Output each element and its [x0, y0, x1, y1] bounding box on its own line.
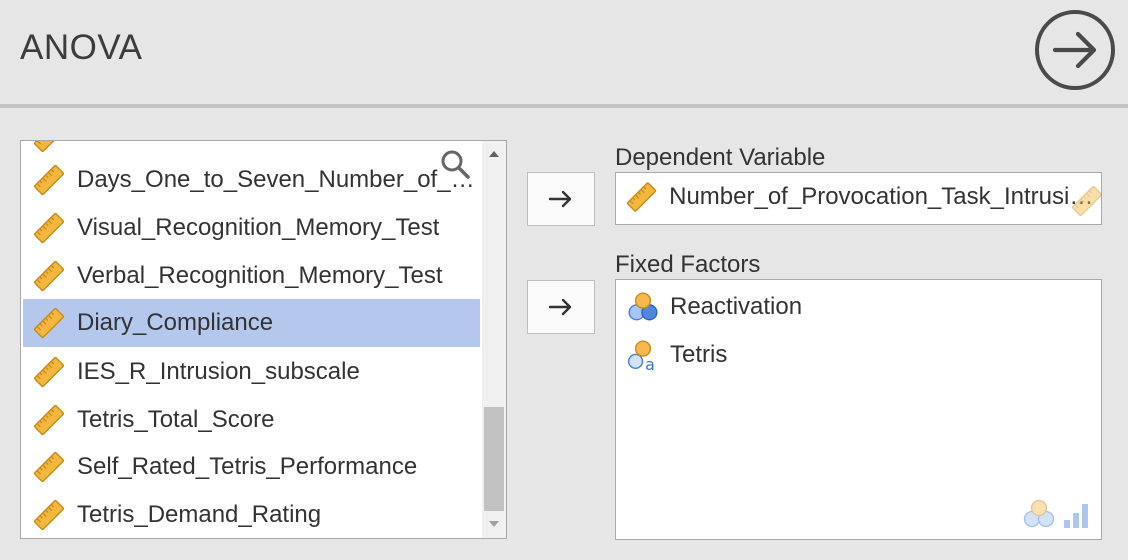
nominal-text-factor-icon	[626, 338, 660, 372]
scrollbar[interactable]	[482, 141, 506, 538]
list-item[interactable]: IES_R_Intrusion_subscale	[23, 348, 480, 396]
variable-label: Tetris_Demand_Rating	[77, 501, 322, 528]
page-title: ANOVA	[20, 28, 143, 67]
variable-label: Self_Rated_Tetris_Performance	[77, 453, 418, 480]
list-item[interactable]: Visual_Recognition_Memory_Test	[23, 204, 480, 252]
scroll-up-arrow-icon[interactable]	[482, 143, 506, 165]
variable-label: Diary_Compliance	[77, 309, 274, 336]
ruler-icon	[33, 164, 65, 196]
variable-label: Visual_Recognition_Memory_Test	[77, 214, 440, 241]
arrow-right-icon	[548, 190, 572, 208]
ruler-icon	[33, 499, 65, 531]
arrow-right-circle-icon	[1035, 10, 1115, 90]
header-divider	[0, 104, 1128, 108]
list-item[interactable]: Verbal_Recognition_Memory_Test	[23, 252, 480, 300]
ordinal-allowed-icon	[1064, 504, 1088, 528]
header-bar: ANOVA	[0, 0, 1128, 108]
fixed-factors-label: Fixed Factors	[615, 251, 761, 278]
scrollbar-thumb[interactable]	[484, 407, 504, 511]
nominal-allowed-icon	[1023, 499, 1055, 528]
run-analysis-button[interactable]	[1033, 8, 1117, 92]
variable-label: Days_One_to_Seven_Number_of_I...	[77, 166, 475, 193]
list-item[interactable]: Self_Rated_Tetris_Performance	[23, 443, 480, 491]
dependent-variable-item[interactable]: Number_of_Provocation_Task_Intrusions	[626, 181, 1096, 213]
list-item[interactable]: Tetris_Demand_Rating	[23, 491, 480, 539]
search-icon[interactable]	[439, 148, 471, 180]
list-item[interactable]: Tetris_Total_Score	[23, 396, 480, 444]
ruler-icon	[33, 212, 65, 244]
allowed-types-indicator	[1022, 498, 1092, 530]
fixed-factor-item[interactable]: Tetris	[626, 338, 727, 372]
ruler-icon	[626, 181, 657, 213]
move-to-dependent-button[interactable]	[527, 172, 595, 226]
fixed-factor-label: Tetris	[670, 341, 728, 368]
fixed-factor-item[interactable]: Reactivation	[626, 290, 802, 324]
ruler-icon	[33, 140, 65, 153]
arrow-right-icon	[548, 298, 572, 316]
fixed-factor-label: Reactivation	[670, 293, 803, 320]
dependent-variable-box[interactable]: Number_of_Provocation_Task_Intrusions	[615, 172, 1102, 225]
ruler-icon	[33, 356, 65, 388]
variable-label: Verbal_Recognition_Memory_Test	[77, 262, 443, 289]
variable-label: IES_R_Intrusion_subscale	[77, 358, 360, 385]
variable-list[interactable]: Days_One_to_Seven_Number_of_I... Visual_…	[20, 140, 507, 539]
ruler-icon	[33, 451, 65, 483]
continuous-allowed-icon	[1071, 185, 1103, 217]
fixed-factors-box[interactable]: Reactivation Tetris	[615, 279, 1102, 540]
scroll-down-arrow-icon[interactable]	[482, 513, 506, 535]
ruler-icon	[33, 307, 65, 339]
ruler-icon	[33, 404, 65, 436]
list-item[interactable]: Days_One_to_Seven_Number_of_I...	[23, 156, 480, 204]
dependent-variable-label: Dependent Variable	[615, 144, 826, 171]
move-to-fixed-factors-button[interactable]	[527, 280, 595, 334]
dependent-variable-value: Number_of_Provocation_Task_Intrusions	[669, 183, 1096, 210]
variable-label: Tetris_Total_Score	[77, 406, 275, 433]
nominal-factor-icon	[626, 290, 660, 324]
ruler-icon	[33, 260, 65, 292]
list-item-selected[interactable]: Diary_Compliance	[23, 299, 480, 347]
